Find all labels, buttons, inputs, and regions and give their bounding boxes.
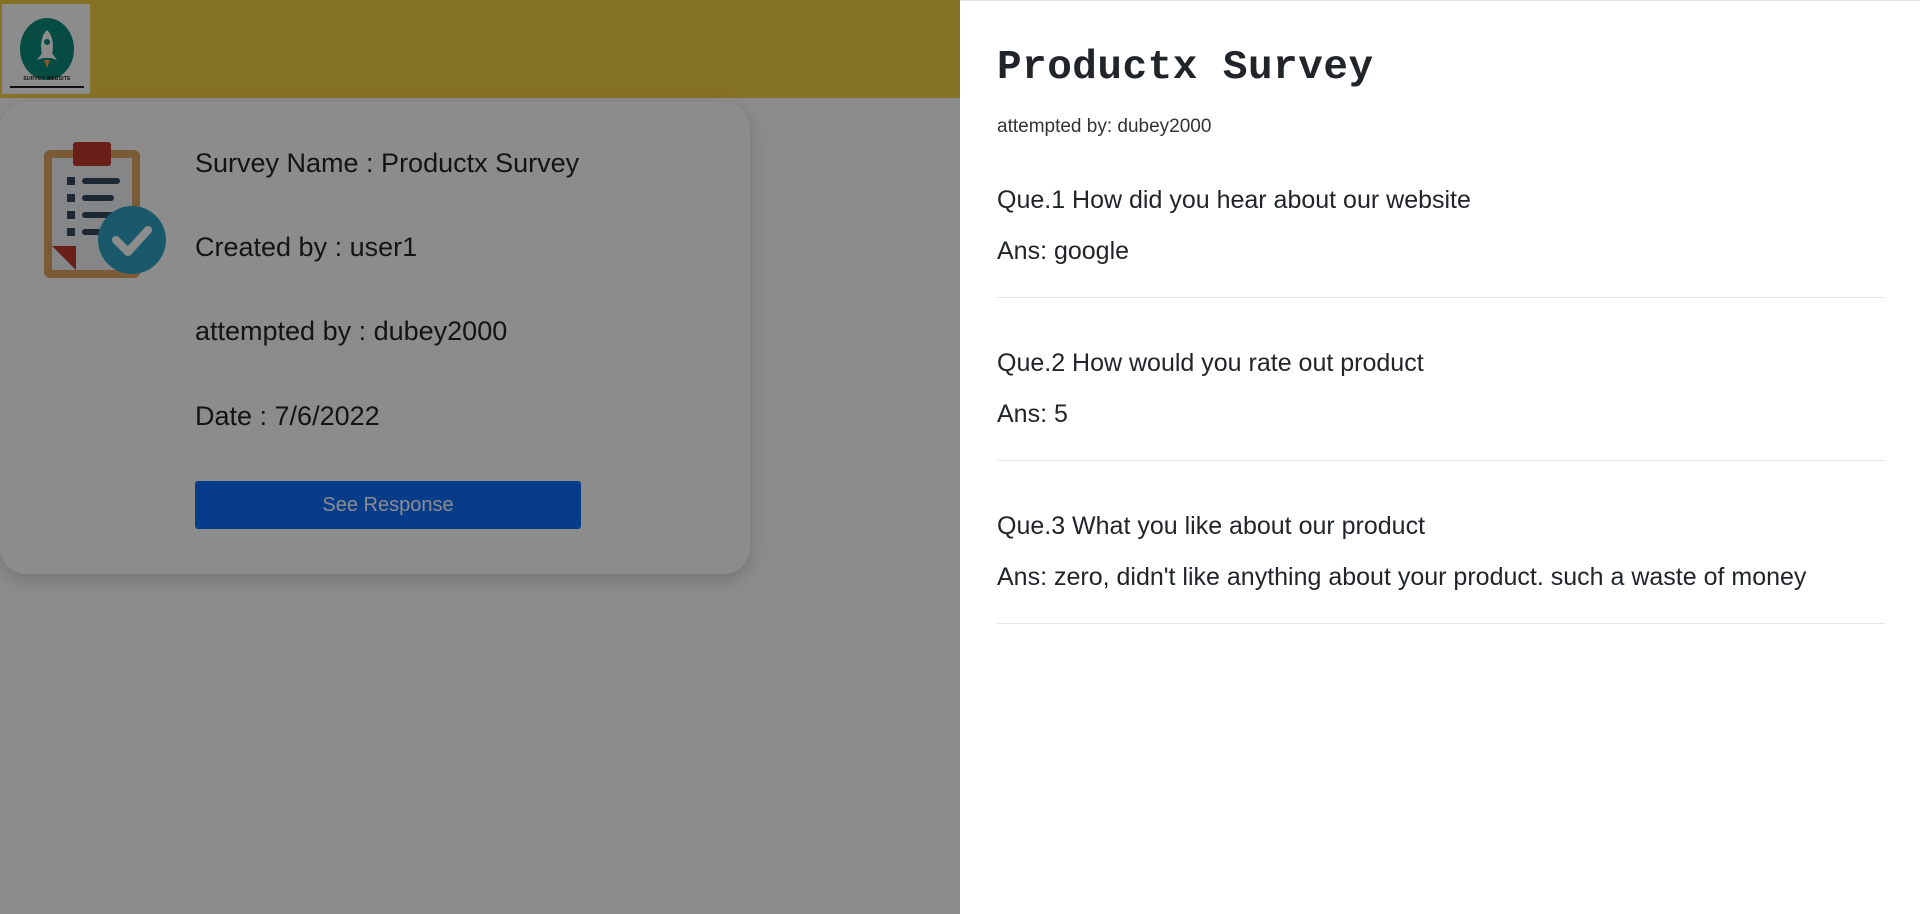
question-block: Que.3 What you like about our product An… — [997, 512, 1885, 624]
divider — [997, 460, 1885, 461]
panel-title: Productx Survey — [997, 45, 1374, 91]
answer-text: Ans: zero, didn't like anything about yo… — [997, 563, 1807, 591]
question-text: Que.1 How did you hear about our website — [997, 186, 1471, 214]
question-block: Que.2 How would you rate out product Ans… — [997, 349, 1885, 461]
response-offcanvas-panel: Productx Survey attempted by: dubey2000 … — [960, 0, 1920, 914]
panel-attempted-by: attempted by: dubey2000 — [997, 116, 1212, 137]
question-block: Que.1 How did you hear about our website… — [997, 186, 1885, 298]
divider — [997, 623, 1885, 624]
answer-text: Ans: google — [997, 237, 1130, 265]
divider — [997, 297, 1885, 298]
question-text: Que.3 What you like about our product — [997, 512, 1426, 540]
answer-text: Ans: 5 — [997, 400, 1068, 428]
question-text: Que.2 How would you rate out product — [997, 349, 1424, 377]
